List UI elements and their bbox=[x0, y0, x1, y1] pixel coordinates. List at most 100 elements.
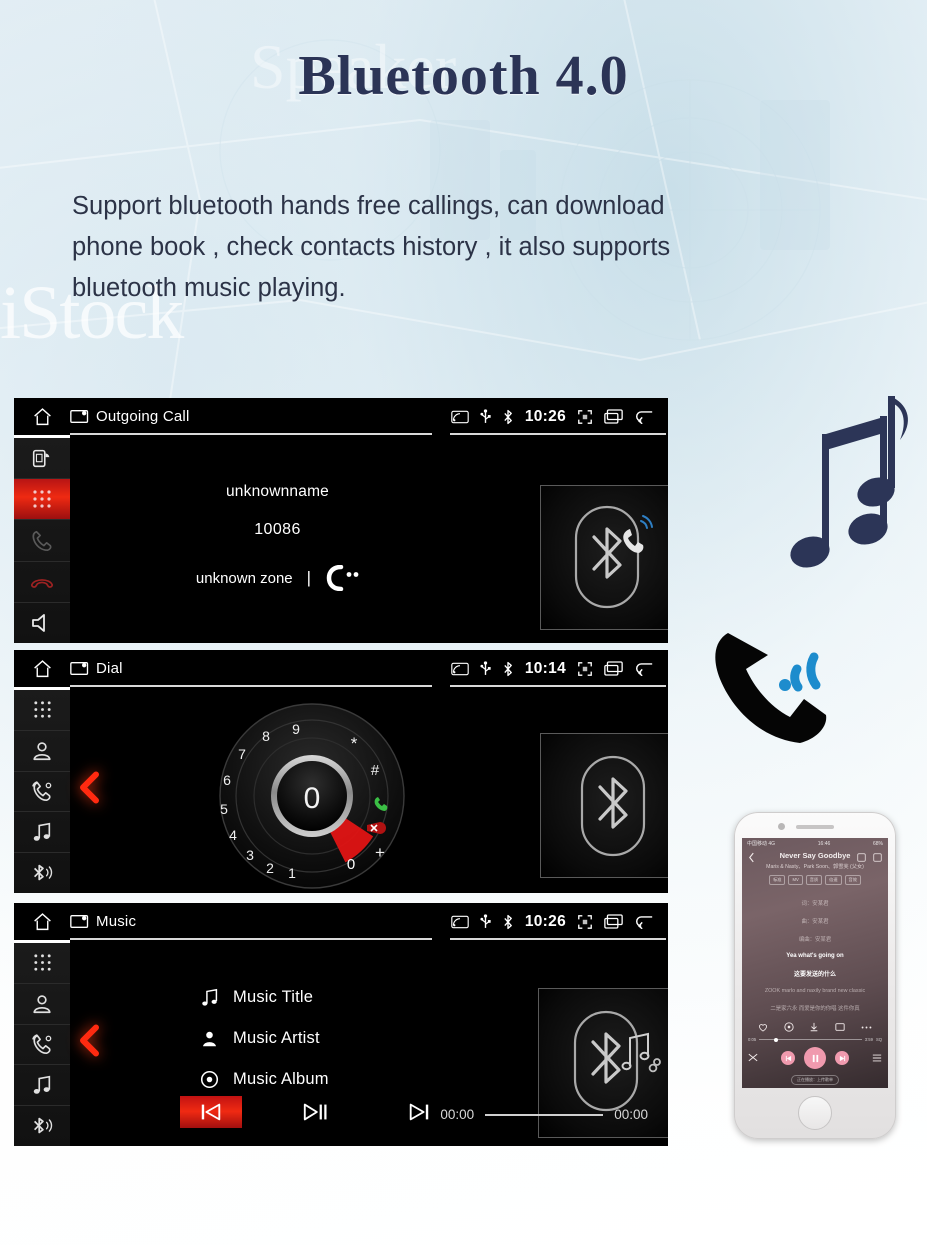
play-pause-button[interactable] bbox=[284, 1096, 346, 1128]
sidebar-item-call[interactable] bbox=[14, 520, 70, 562]
chevron-left-icon[interactable] bbox=[748, 852, 755, 863]
sidebar-item-speaker[interactable] bbox=[14, 603, 70, 643]
call-content: unknownname 10086 unknown zone | bbox=[70, 435, 668, 643]
sidebar-item-phone-signal[interactable] bbox=[14, 438, 70, 480]
phone-lyric-next: ZOOK marlo and naxily brand new classic bbox=[764, 988, 866, 994]
caller-zone-row: unknown zone | bbox=[70, 565, 485, 591]
bluetooth-icon bbox=[33, 864, 53, 881]
phone-home-button[interactable] bbox=[798, 1096, 832, 1130]
play-pause-icon bbox=[303, 1103, 327, 1121]
statusbar: Music 10:26 bbox=[14, 903, 668, 940]
bluetooth-icon bbox=[580, 755, 645, 856]
heart-icon[interactable] bbox=[758, 1023, 768, 1032]
keypad-icon bbox=[33, 954, 51, 972]
bluetooth-icon bbox=[504, 661, 512, 676]
phone-bottom-note: 正在播放：上传歌单 bbox=[791, 1075, 839, 1085]
sidebar-item-hangup[interactable] bbox=[14, 562, 70, 603]
phone-tag[interactable]: 音质 bbox=[805, 875, 823, 885]
sidebar-item-music[interactable] bbox=[14, 812, 70, 854]
phone-tag[interactable]: 标准 bbox=[769, 875, 786, 885]
back-icon[interactable] bbox=[634, 409, 654, 424]
bluetooth-call-artwork bbox=[540, 485, 668, 630]
cast-icon[interactable] bbox=[857, 853, 866, 862]
fullscreen-icon[interactable] bbox=[577, 409, 593, 425]
statusbar-title: Music bbox=[96, 913, 137, 930]
phone-tag[interactable]: 倍速 bbox=[825, 875, 842, 885]
home-button[interactable] bbox=[14, 658, 70, 679]
home-button[interactable] bbox=[14, 911, 70, 932]
playlist-icon[interactable] bbox=[872, 1054, 882, 1062]
recents-icon[interactable] bbox=[604, 409, 623, 424]
phone-screen: 中国移动 4G 16:46 68% Never Say Goodbye Mari… bbox=[742, 838, 888, 1088]
sidebar-item-contacts[interactable] bbox=[14, 731, 70, 772]
phone-tag[interactable]: MV bbox=[788, 875, 803, 885]
statusbar-clock: 10:14 bbox=[524, 659, 566, 677]
head-unit-screen-outgoing-call: Outgoing Call 10:26 unknownname 10086 un… bbox=[14, 398, 668, 643]
sidebar-item-bluetooth[interactable] bbox=[14, 1106, 70, 1146]
dialpad-center-display: 0 bbox=[304, 782, 321, 815]
phone-seekbar[interactable]: 0:05 3:59 SQ bbox=[742, 1032, 888, 1042]
back-icon[interactable] bbox=[634, 914, 654, 929]
phone-progress-bar[interactable] bbox=[759, 1037, 862, 1042]
recents-icon[interactable] bbox=[604, 661, 623, 676]
dialpad-key-9: 9 bbox=[292, 721, 300, 737]
total-time: 00:00 bbox=[614, 1107, 648, 1122]
screen-cast-icon bbox=[70, 662, 89, 675]
sidebar-item-keypad[interactable] bbox=[14, 943, 70, 984]
phone-tag[interactable]: 音效 bbox=[844, 875, 861, 885]
chevron-left-icon bbox=[80, 1024, 99, 1057]
statusbar: Outgoing Call 10:26 bbox=[14, 398, 668, 435]
music-icon bbox=[33, 823, 51, 842]
calling-icon bbox=[326, 565, 359, 591]
sidebar-item-call-history[interactable] bbox=[14, 772, 70, 813]
dialpad-key-5: 5 bbox=[220, 801, 228, 817]
page-subtitle: Support bluetooth hands free callings, c… bbox=[72, 186, 862, 309]
recents-icon[interactable] bbox=[604, 914, 623, 929]
keypad-icon bbox=[33, 490, 51, 508]
phone-artist-line: Maris & Nasty、Park Soon、郭雪芙 (父女) bbox=[766, 864, 864, 870]
skip-forward-icon bbox=[409, 1103, 429, 1121]
track-title: Music Title bbox=[233, 988, 314, 1006]
statusbar-title: Dial bbox=[96, 660, 123, 677]
phone-song-title: Never Say Goodbye bbox=[779, 851, 851, 860]
phone-lyric-current: Yea what's going on bbox=[786, 953, 844, 959]
sidebar-item-keypad[interactable] bbox=[14, 479, 70, 521]
dialpad[interactable]: 0 2 1 3 4 5 6 7 8 9 * # + 0 bbox=[210, 701, 415, 891]
phone-quality-badge[interactable]: SQ bbox=[876, 1037, 882, 1042]
phone-ringing-icon bbox=[715, 633, 827, 743]
sidebar-item-music[interactable] bbox=[14, 1065, 70, 1107]
sidebar-item-bluetooth[interactable] bbox=[14, 853, 70, 893]
phone-camera bbox=[778, 823, 785, 830]
phone-battery: 68% bbox=[872, 840, 883, 847]
download-icon[interactable] bbox=[809, 1022, 819, 1032]
usb-icon bbox=[480, 409, 491, 423]
shuffle-icon[interactable] bbox=[748, 1053, 758, 1062]
phone-player-row bbox=[742, 1047, 888, 1069]
share-icon[interactable] bbox=[873, 853, 882, 862]
comment-icon[interactable] bbox=[784, 1022, 794, 1032]
phone-pause-button[interactable] bbox=[804, 1047, 826, 1069]
home-button[interactable] bbox=[14, 406, 70, 427]
back-chevron-button[interactable] bbox=[76, 771, 102, 810]
fullscreen-icon[interactable] bbox=[577, 661, 593, 677]
previous-button[interactable] bbox=[180, 1096, 242, 1128]
back-chevron-button[interactable] bbox=[76, 1024, 102, 1063]
phone-credit: 词：安某君 bbox=[801, 901, 829, 907]
back-icon[interactable] bbox=[634, 661, 654, 676]
progress-bar[interactable] bbox=[485, 1113, 604, 1116]
head-unit-screen-dial: Dial 10:14 0 2 1 3 4 5 6 7 8 9 * # + 0 bbox=[14, 650, 668, 893]
music-icon bbox=[33, 1076, 51, 1095]
share-icon[interactable] bbox=[835, 1022, 845, 1032]
statusbar: Dial 10:14 bbox=[14, 650, 668, 687]
sidebar-item-call-history[interactable] bbox=[14, 1025, 70, 1066]
more-icon[interactable] bbox=[861, 1025, 872, 1030]
phone-previous-button[interactable] bbox=[781, 1051, 795, 1065]
sidebar bbox=[14, 940, 70, 1146]
sidebar-item-keypad[interactable] bbox=[14, 690, 70, 731]
sidebar-item-contacts[interactable] bbox=[14, 984, 70, 1025]
phone-next-button[interactable] bbox=[835, 1051, 849, 1065]
phone-earpiece bbox=[796, 825, 834, 829]
bluetooth-icon bbox=[504, 914, 512, 929]
phone-mockup: 中国移动 4G 16:46 68% Never Say Goodbye Mari… bbox=[734, 812, 896, 1139]
fullscreen-icon[interactable] bbox=[577, 914, 593, 930]
